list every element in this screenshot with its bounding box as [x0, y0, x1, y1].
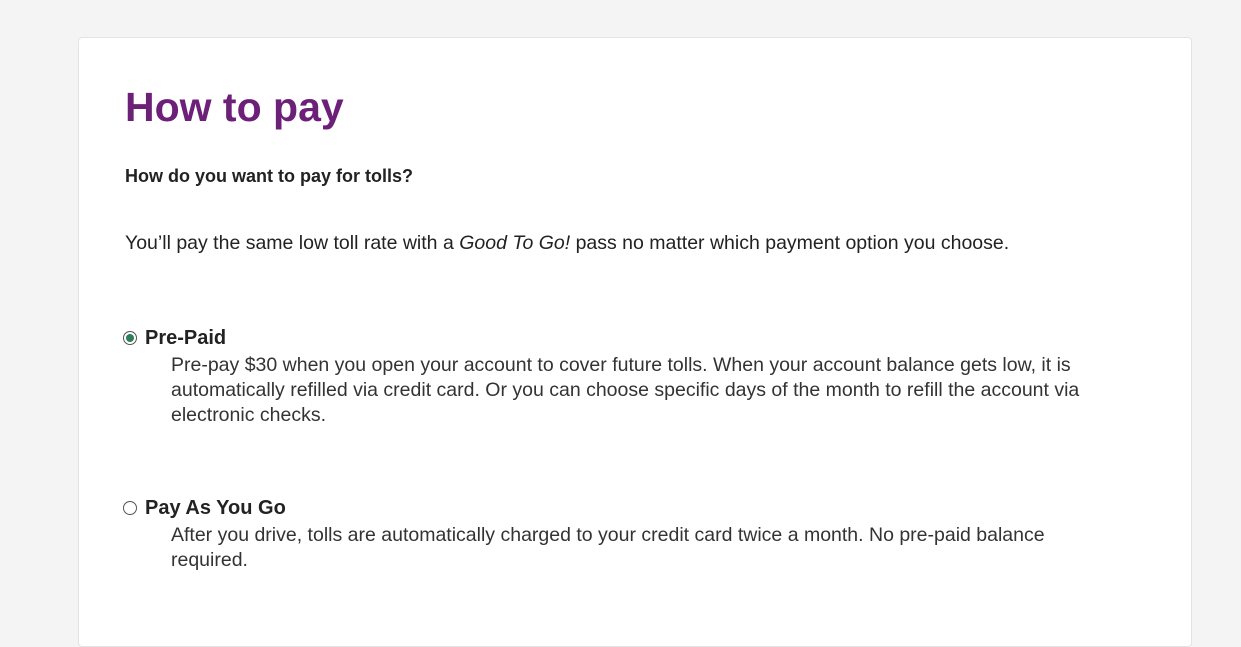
option-pay-as-you-go[interactable]: Pay As You Go After you drive, tolls are…	[123, 495, 1143, 573]
payment-card: How to pay How do you want to pay for to…	[78, 37, 1192, 647]
page-title: How to pay	[125, 84, 344, 130]
option-pre-paid[interactable]: Pre-Paid Pre-pay $30 when you open your …	[123, 325, 1143, 428]
option-description-pay-as-you-go: After you drive, tolls are automatically…	[171, 524, 1045, 571]
intro-text-start: You’ll pay the same low toll rate with a	[125, 232, 460, 254]
intro-text: You’ll pay the same low toll rate with a…	[125, 230, 1125, 256]
payment-question: How do you want to pay for tolls?	[125, 166, 413, 186]
brand-name: Good To Go!	[459, 232, 571, 254]
intro-text-end: pass no matter which payment option you …	[570, 232, 1010, 254]
option-label-pay-as-you-go[interactable]: Pay As You Go	[145, 495, 286, 521]
option-pay-as-you-go-header[interactable]: Pay As You Go	[123, 495, 1143, 521]
pre-paid-radio[interactable]	[123, 331, 137, 345]
option-description-pre-paid: Pre-pay $30 when you open your account t…	[171, 354, 1080, 426]
pay-as-you-go-radio[interactable]	[123, 501, 137, 515]
option-label-pre-paid[interactable]: Pre-Paid	[145, 325, 226, 351]
option-pre-paid-header[interactable]: Pre-Paid	[123, 325, 1143, 351]
